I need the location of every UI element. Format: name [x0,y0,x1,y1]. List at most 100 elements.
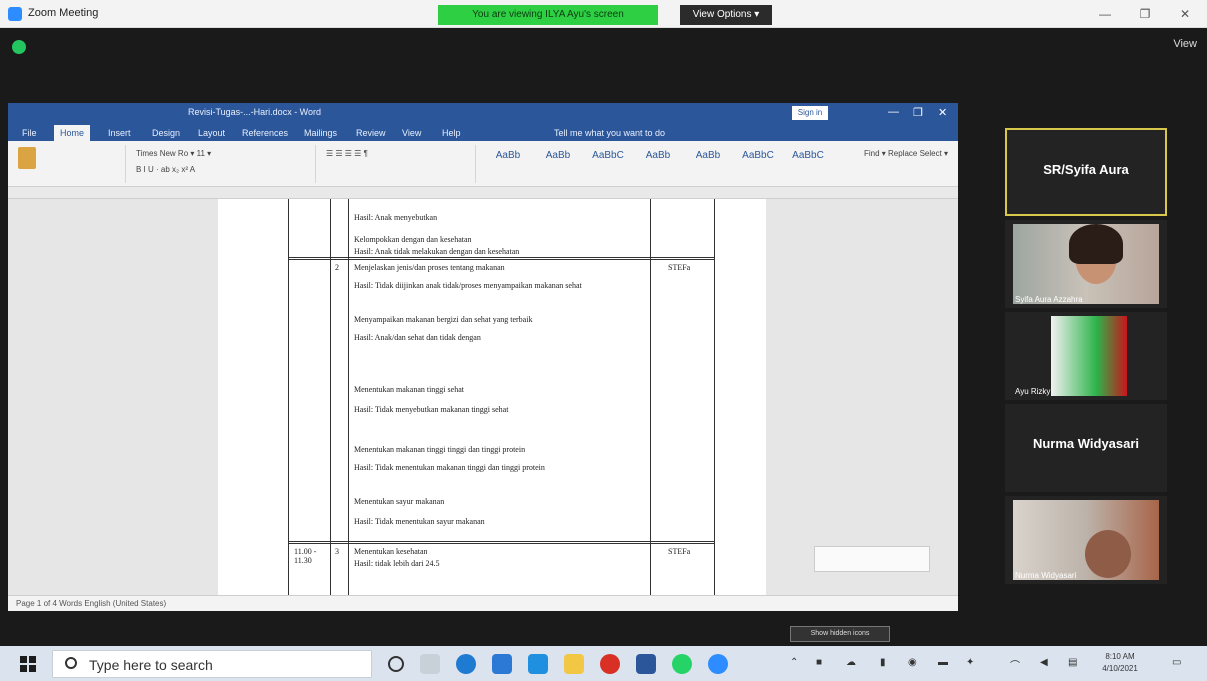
clock-date: 4/10/2021 [1102,664,1138,673]
comment-balloon[interactable] [814,546,930,572]
tab-references[interactable]: References [236,125,294,141]
network-icon[interactable]: ⌒ [1010,657,1020,672]
style-emphasis[interactable]: AaBbC [784,147,832,175]
word-app-icon[interactable] [636,654,656,674]
word-close-icon[interactable]: ✕ [938,106,947,119]
cell-text: Menentukan kesehatan [354,547,428,556]
task-view-icon[interactable] [420,654,440,674]
participant-tile[interactable]: Nurma Widyasari [1005,404,1167,492]
style-heading2[interactable]: AaBb [634,147,682,175]
cell-text: Hasil: Anak tidak melakukan dengan dan k… [354,247,520,256]
cell-text: Hasil: tidak lebih dari 24.5 [354,559,440,568]
hair [1069,224,1123,264]
security-shield-icon[interactable] [12,40,26,54]
tell-me-search[interactable]: Tell me what you want to do [548,125,671,141]
participant-tile[interactable]: Nurma Widyasari [1005,496,1167,584]
windows-start-icon[interactable] [20,656,36,672]
clock-time: 8:10 AM [1105,652,1135,661]
volume-icon[interactable]: ◀ [1040,657,1048,668]
word-titlebar: Revisi-Tugas-...-Hari.docx - Word Sign i… [8,103,958,123]
store-icon[interactable] [492,654,512,674]
participant-video [1013,500,1159,580]
taskbar-clock[interactable]: 8:10 AM 4/10/2021 [1098,651,1142,675]
tab-help[interactable]: Help [436,125,467,141]
zoom-taskbar-icon[interactable] [708,654,728,674]
tray-app-icon[interactable]: ☁ [846,657,856,668]
participant-name: SR/Syifa Aura [1043,162,1129,177]
cell-text: Hasil: Anak menyebutkan [354,213,438,222]
participant-name: Nurma Widyasari [1015,571,1077,580]
cell-text: Menentukan makanan tinggi tinggi dan tin… [354,445,526,454]
tab-file[interactable]: File [16,125,43,141]
meeting-area: View Revisi-Tugas-...-Hari.docx - Word S… [0,28,1207,676]
table-border [288,541,714,542]
word-maximize-icon[interactable]: ❐ [913,106,923,119]
participant-tile-active[interactable]: SR/Syifa Aura [1005,128,1167,216]
participant-tile[interactable]: Ayu Rizky [1005,312,1167,400]
tab-view[interactable]: View [396,125,427,141]
word-ribbon-tabs: File Home Insert Design Layout Reference… [8,123,958,141]
window-titlebar: Zoom Meeting You are viewing ILYA Ayu's … [0,0,1207,28]
cell-text: Kelompokkan dengan dan kesehatan [354,235,472,244]
word-ribbon: Times New Ro ▾ 11 ▾ B I U · ab x₂ x² A ☰… [8,141,958,187]
tray-app-icon[interactable]: ◉ [908,657,917,668]
cell-text: Menentukan makanan tinggi sehat [354,385,464,394]
cell-text: Hasil: Tidak menentukan sayur makanan [354,517,485,526]
cell-text: Menentukan sayur makanan [354,497,445,506]
tray-app-icon[interactable]: ✦ [966,657,974,668]
tray-app-icon[interactable]: ▮ [880,657,886,668]
participant-name: Syifa Aura Azzahra [1015,295,1083,304]
table-border [714,199,715,595]
word-statusbar: Page 1 of 4 Words English (United States… [8,595,958,611]
edge-icon[interactable] [456,654,476,674]
cell-number: 2 [335,263,339,272]
tab-home[interactable]: Home [54,125,91,141]
shared-word-window[interactable]: Revisi-Tugas-...-Hari.docx - Word Sign i… [8,103,958,611]
style-subtitle[interactable]: AaBbC [734,147,782,175]
mail-icon[interactable] [528,654,548,674]
tab-layout[interactable]: Layout [192,125,231,141]
tray-app-icon[interactable]: ■ [816,657,822,668]
style-normal[interactable]: AaBb [484,147,532,175]
cell-text: Hasil: Anak/dan sehat dan tidak dengan [354,333,481,342]
view-options-button[interactable]: View Options ▾ [680,5,772,25]
word-signin-button[interactable]: Sign in [792,106,828,120]
word-document-title: Revisi-Tugas-...-Hari.docx - Word [188,107,322,117]
cell-text: Menyampaikan makanan bergizi dan sehat y… [354,315,533,324]
style-title[interactable]: AaBb [684,147,732,175]
table-border [288,543,714,544]
notification-icon[interactable]: ▭ [1172,657,1181,668]
tab-mailings[interactable]: Mailings [298,125,343,141]
cell-text: Hasil: Tidak diijinkan anak tidak/proses… [354,281,582,290]
zoom-icon [8,7,22,21]
document-page[interactable]: Hasil: Anak menyebutkan Kelompokkan deng… [218,199,766,595]
view-button[interactable]: View [1173,38,1197,50]
file-explorer-icon[interactable] [564,654,584,674]
cell-number: 3 [335,547,339,556]
window-title: Zoom Meeting [28,7,99,19]
tab-review[interactable]: Review [350,125,392,141]
editing-group[interactable]: Find ▾ Replace Select ▾ [864,149,948,158]
tab-design[interactable]: Design [146,125,186,141]
style-heading1[interactable]: AaBbC [584,147,632,175]
chrome-icon[interactable] [600,654,620,674]
taskbar-search-box[interactable]: Type here to search [52,650,372,678]
tray-chevron-icon[interactable]: ⌃ [790,657,798,668]
minimize-button[interactable]: — [1090,5,1120,23]
style-no-spacing[interactable]: AaBb [534,147,582,175]
cortana-icon[interactable] [388,656,404,672]
word-minimize-icon[interactable]: — [888,106,899,118]
whatsapp-icon[interactable] [672,654,692,674]
tray-tooltip: Show hidden icons [790,626,890,642]
search-icon [65,657,77,669]
maximize-button[interactable]: ❐ [1130,5,1160,23]
ruler[interactable] [8,187,958,199]
table-border [288,259,714,260]
language-icon[interactable]: ▤ [1068,657,1077,668]
participant-tile[interactable]: Syifa Aura Azzahra [1005,220,1167,308]
tab-insert[interactable]: Insert [102,125,137,141]
face [1085,530,1131,578]
tray-app-icon[interactable]: ▬ [938,657,948,668]
paragraph-group [316,145,476,183]
close-button[interactable]: ✕ [1170,5,1200,23]
